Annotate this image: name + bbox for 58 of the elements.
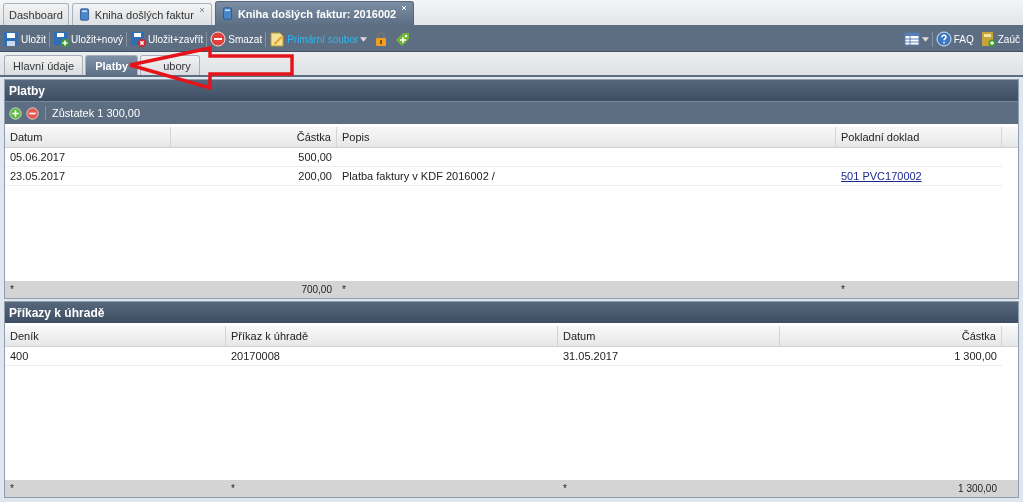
tab[interactable]: Dashboard	[3, 3, 69, 25]
table-cell: 31.05.2017	[558, 347, 780, 366]
floppy-icon	[3, 31, 19, 47]
summary-cell: *	[231, 483, 235, 494]
column-header[interactable]: Datum	[5, 127, 171, 147]
column-header[interactable]: Popis	[337, 127, 836, 147]
table-cell: 200,00	[171, 167, 337, 186]
toolbar-button[interactable]: Zaúč	[978, 31, 1021, 47]
table-cell: 20170008	[226, 347, 558, 366]
summary-cell: 1 300,00	[958, 483, 997, 494]
tab[interactable]: Platby	[85, 55, 139, 75]
remove-button[interactable]	[26, 106, 39, 120]
summary-cell: *	[10, 483, 14, 494]
table-cell: 400	[5, 347, 226, 366]
toolbar-button[interactable]: Smazat	[209, 31, 264, 47]
close-icon[interactable]	[400, 4, 409, 12]
floppy-cross-icon	[130, 31, 146, 47]
table-icon	[903, 31, 920, 47]
toolbar-button[interactable]: Uložit	[2, 31, 47, 47]
tab[interactable]: Kniha došlých faktur	[71, 3, 212, 25]
add-button[interactable]	[9, 106, 22, 120]
summary-cell: *	[563, 483, 567, 494]
tab[interactable]: Kniha došlých faktur: 2016002	[214, 1, 415, 25]
tag-plus-icon	[395, 31, 412, 47]
minus-circle-icon	[210, 31, 227, 47]
column-header[interactable]: Částka	[171, 127, 337, 147]
document-icon	[220, 6, 234, 21]
summary-cell: *	[10, 284, 14, 295]
table-cell: Platba faktury v KDF 2016002 /	[337, 167, 836, 186]
summary-cell: *	[342, 284, 346, 295]
table-cell: 500,00	[171, 148, 337, 167]
toolbar-button[interactable]: Uložit+nový	[52, 31, 124, 47]
panel-title: Příkazy k úhradě	[5, 302, 1018, 323]
document-link[interactable]: 501 PVC170002	[841, 170, 922, 182]
table-cell: 23.05.2017	[5, 167, 171, 186]
table-cell: 1 300,00	[780, 347, 1002, 366]
tab[interactable]: Hlavní údaje	[4, 55, 84, 75]
plus-circle-icon	[9, 106, 22, 120]
floppy-plus-icon	[53, 31, 69, 47]
close-icon[interactable]	[197, 6, 206, 14]
document-icon	[77, 7, 91, 22]
column-header[interactable]: Příkaz k úhradě	[226, 326, 558, 346]
book-icon	[979, 31, 996, 47]
help-icon	[935, 31, 952, 47]
summary-cell: 700,00	[301, 284, 332, 295]
summary-cell: *	[841, 284, 845, 295]
column-header[interactable]: Částka	[780, 326, 1002, 346]
column-header[interactable]: Datum	[558, 326, 780, 346]
table-button[interactable]	[902, 31, 930, 47]
toolbar-button[interactable]: FAQ	[934, 31, 975, 47]
balance-text: Zůstatek 1 300,00	[52, 107, 141, 119]
panel-title: Platby	[5, 80, 1018, 101]
toolbar-button[interactable]: Uložit+zavřít	[129, 31, 205, 47]
column-header[interactable]: Deník	[5, 326, 226, 346]
column-header[interactable]: Pokladní doklad	[836, 127, 1002, 147]
table-cell: 05.06.2017	[5, 148, 171, 167]
minus-circle-icon	[26, 106, 39, 120]
document-pencil-icon	[269, 31, 286, 47]
